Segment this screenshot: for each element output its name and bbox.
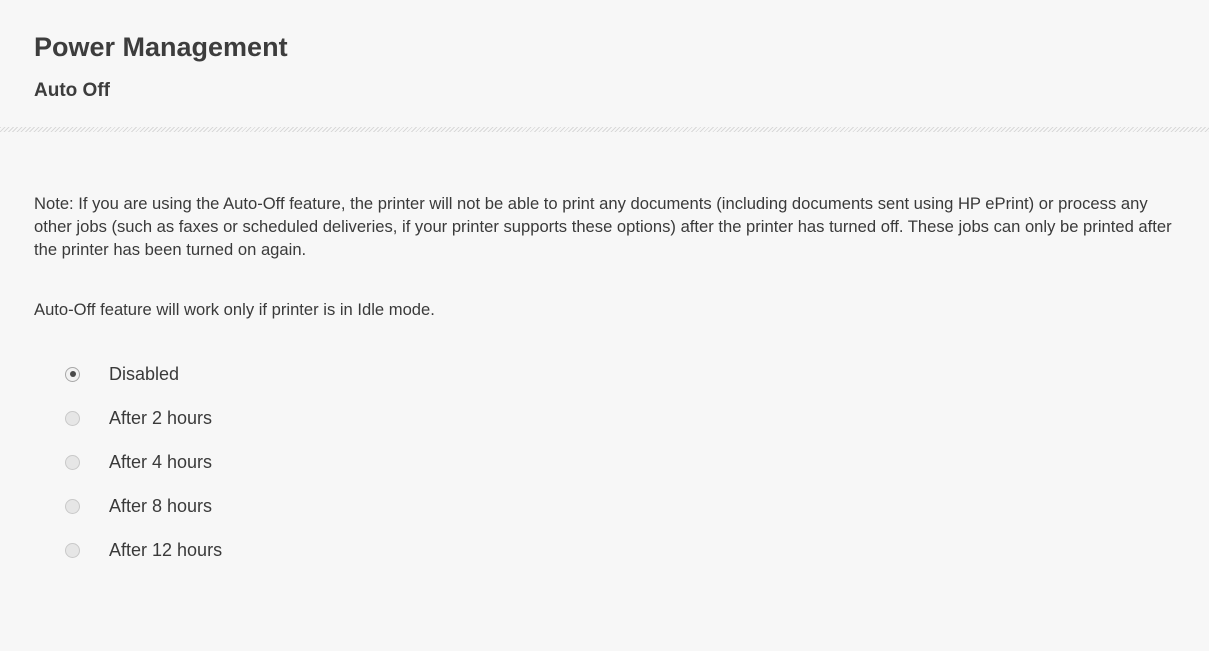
radio-option-label: After 12 hours <box>109 539 223 560</box>
radio-button[interactable] <box>65 454 80 470</box>
radio-button[interactable] <box>65 366 80 382</box>
page-title: Power Management <box>34 32 288 62</box>
radio-option-after-2-hours[interactable]: After 2 hours <box>65 396 222 440</box>
auto-off-note: Note: If you are using the Auto-Off feat… <box>34 194 1172 259</box>
radio-button[interactable] <box>65 542 80 558</box>
radio-option-label: After 4 hours <box>109 451 213 472</box>
radio-option-after-4-hours[interactable]: After 4 hours <box>65 440 222 484</box>
radio-option-after-12-hours[interactable]: After 12 hours <box>65 528 222 572</box>
radio-button[interactable] <box>65 410 80 426</box>
radio-option-label: After 2 hours <box>109 407 213 428</box>
radio-option-disabled[interactable]: Disabled <box>65 352 222 396</box>
radio-button[interactable] <box>65 498 80 514</box>
radio-option-label: After 8 hours <box>109 495 213 516</box>
page-header: Power Management Auto Off <box>0 0 1209 128</box>
header-divider <box>0 127 1209 132</box>
radio-option-label: Disabled <box>109 363 180 384</box>
auto-off-radio-group: Disabled After 2 hours After 4 hours Aft… <box>65 352 222 572</box>
radio-option-after-8-hours[interactable]: After 8 hours <box>65 484 222 528</box>
idle-mode-note: Auto-Off feature will work only if print… <box>34 300 435 319</box>
section-subtitle: Auto Off <box>34 80 110 101</box>
